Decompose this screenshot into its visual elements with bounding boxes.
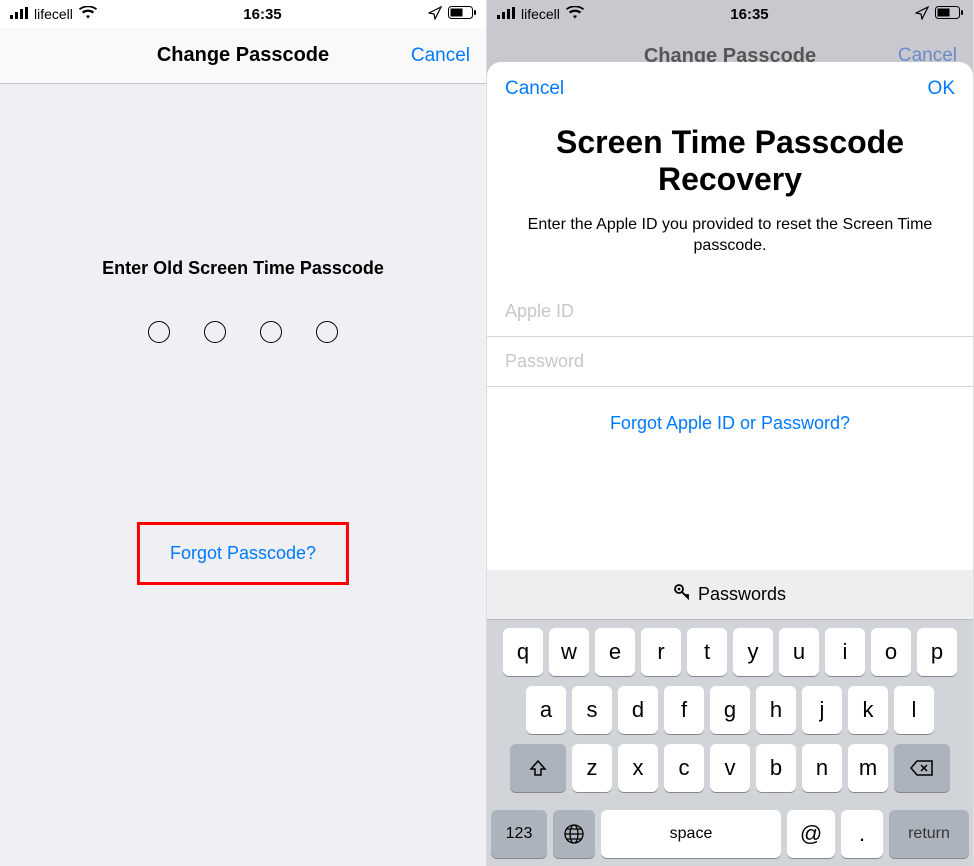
passcode-dot <box>260 321 282 343</box>
key-x[interactable]: x <box>618 744 658 792</box>
key-icon <box>674 584 690 605</box>
signal-icon <box>497 6 515 22</box>
backspace-key[interactable] <box>894 744 950 792</box>
keyboard-suggestion-bar[interactable]: Passwords <box>487 570 973 620</box>
key-z[interactable]: z <box>572 744 612 792</box>
nav-bar: Change Passcode Cancel <box>0 28 486 84</box>
keyboard-row-1: q w e r t y u i o p <box>491 628 969 676</box>
passcode-dot <box>316 321 338 343</box>
key-r[interactable]: r <box>641 628 681 676</box>
sheet-subtitle: Enter the Apple ID you provided to reset… <box>487 198 973 257</box>
key-y[interactable]: y <box>733 628 773 676</box>
sheet-cancel-button[interactable]: Cancel <box>505 78 564 100</box>
carrier-label: lifecell <box>34 6 73 22</box>
key-c[interactable]: c <box>664 744 704 792</box>
sheet-title: Screen Time Passcode Recovery <box>487 100 973 198</box>
apple-id-field[interactable] <box>487 287 973 337</box>
forgot-passcode-link[interactable]: Forgot Passcode? <box>170 543 316 563</box>
signal-icon <box>10 6 28 22</box>
passcode-prompt: Enter Old Screen Time Passcode <box>0 84 486 279</box>
keyboard-row-3: z x c v b n m <box>491 744 969 792</box>
return-key[interactable]: return <box>889 810 969 858</box>
forgot-apple-id-link[interactable]: Forgot Apple ID or Password? <box>487 387 973 460</box>
key-l[interactable]: l <box>894 686 934 734</box>
key-i[interactable]: i <box>825 628 865 676</box>
key-k[interactable]: k <box>848 686 888 734</box>
recovery-sheet: Cancel OK Screen Time Passcode Recovery … <box>487 62 973 866</box>
space-key[interactable]: space <box>601 810 781 858</box>
passcode-dot <box>204 321 226 343</box>
key-g[interactable]: g <box>710 686 750 734</box>
forgot-highlight-box: Forgot Passcode? <box>137 522 349 585</box>
key-m[interactable]: m <box>848 744 888 792</box>
keyboard: Passwords q w e r t y u i o p a s <box>487 570 973 866</box>
key-h[interactable]: h <box>756 686 796 734</box>
wifi-icon <box>566 6 584 22</box>
dot-key[interactable]: . <box>841 810 883 858</box>
shift-key[interactable] <box>510 744 566 792</box>
key-e[interactable]: e <box>595 628 635 676</box>
key-f[interactable]: f <box>664 686 704 734</box>
nav-title: Change Passcode <box>157 44 329 67</box>
passcode-body: Enter Old Screen Time Passcode Forgot Pa… <box>0 84 486 866</box>
location-icon <box>915 6 929 23</box>
keyboard-row-bottom: 123 space @ . return <box>487 810 973 866</box>
key-b[interactable]: b <box>756 744 796 792</box>
key-o[interactable]: o <box>871 628 911 676</box>
carrier-label: lifecell <box>521 6 560 22</box>
phone-left: lifecell 16:35 Change Passcode Cancel En… <box>0 0 487 866</box>
key-d[interactable]: d <box>618 686 658 734</box>
key-j[interactable]: j <box>802 686 842 734</box>
at-key[interactable]: @ <box>787 810 835 858</box>
key-u[interactable]: u <box>779 628 819 676</box>
cancel-button[interactable]: Cancel <box>411 45 470 67</box>
phone-right: lifecell 16:35 Change Passcode Cancel Ca… <box>487 0 974 866</box>
key-a[interactable]: a <box>526 686 566 734</box>
wifi-icon <box>79 6 97 22</box>
key-v[interactable]: v <box>710 744 750 792</box>
battery-icon <box>935 6 963 22</box>
key-t[interactable]: t <box>687 628 727 676</box>
sheet-ok-button[interactable]: OK <box>928 78 955 100</box>
passcode-dots <box>0 321 486 343</box>
key-w[interactable]: w <box>549 628 589 676</box>
key-q[interactable]: q <box>503 628 543 676</box>
password-field[interactable] <box>487 337 973 387</box>
key-p[interactable]: p <box>917 628 957 676</box>
clock: 16:35 <box>243 6 281 23</box>
battery-icon <box>448 6 476 22</box>
keyboard-row-2: a s d f g h j k l <box>491 686 969 734</box>
passcode-dot <box>148 321 170 343</box>
globe-key[interactable] <box>553 810 595 858</box>
key-s[interactable]: s <box>572 686 612 734</box>
status-bar: lifecell 16:35 <box>0 0 486 28</box>
clock: 16:35 <box>730 6 768 23</box>
keyboard-suggestion: Passwords <box>698 584 786 605</box>
key-n[interactable]: n <box>802 744 842 792</box>
status-bar: lifecell 16:35 <box>487 0 973 28</box>
numbers-key[interactable]: 123 <box>491 810 547 858</box>
location-icon <box>428 6 442 23</box>
